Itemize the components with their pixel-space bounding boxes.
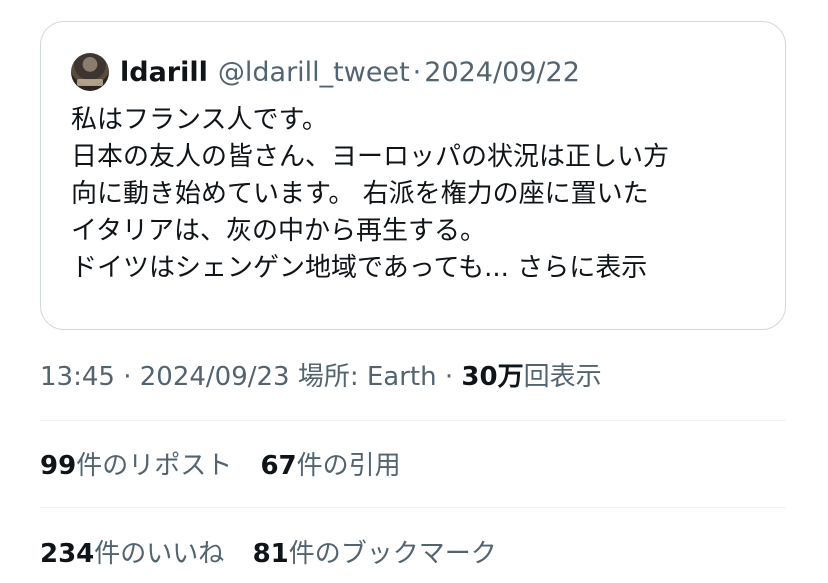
quoted-tweet-card[interactable]: ldarill @ldarill_tweet · 2024/09/22 私はフラ… xyxy=(40,21,786,330)
tweet-date[interactable]: 2024/09/23 xyxy=(140,362,290,392)
likes-count: 234 xyxy=(40,539,95,569)
tweet-time[interactable]: 13:45 xyxy=(40,362,115,392)
tweet-detail: ldarill @ldarill_tweet · 2024/09/22 私はフラ… xyxy=(0,0,828,583)
engagement-stats-row-1: 99件のリポスト 67件の引用 xyxy=(40,445,421,482)
quotes-stat[interactable]: 67件の引用 xyxy=(260,451,400,481)
likes-stat[interactable]: 234件のいいね xyxy=(40,539,224,569)
reposts-stat[interactable]: 99件のリポスト xyxy=(40,451,232,481)
views-count: 30万 xyxy=(461,362,524,392)
quotes-count: 67 xyxy=(260,451,297,481)
bookmarks-stat[interactable]: 81件のブックマーク xyxy=(253,539,497,569)
separator-dot: · xyxy=(123,362,132,392)
views-label: 回表示 xyxy=(523,362,602,392)
quoted-tweet-text: 私はフランス人です。 日本の友人の皆さん、ヨーロッパの状況は正しい方 向に動き始… xyxy=(71,102,755,287)
quoted-tweet-line: 日本の友人の皆さん、ヨーロッパの状況は正しい方 xyxy=(71,142,670,172)
divider xyxy=(40,420,786,421)
tweet-location: 場所: Earth xyxy=(297,362,437,392)
avatar[interactable] xyxy=(71,53,109,91)
show-more-link[interactable]: さらに表示 xyxy=(517,253,647,283)
reposts-label: 件のリポスト xyxy=(76,451,233,481)
author-name[interactable]: ldarill xyxy=(120,57,208,88)
reposts-count: 99 xyxy=(40,451,77,481)
tweet-meta: 13:45 · 2024/09/23 場所: Earth · 30万回表示 xyxy=(40,356,602,393)
quoted-tweet-line: 私はフランス人です。 xyxy=(71,105,328,135)
separator-dot: · xyxy=(412,56,422,88)
divider xyxy=(40,507,786,508)
quoted-tweet-line: 向に動き始めています。 右派を権力の座に置いた xyxy=(71,179,649,209)
bookmarks-count: 81 xyxy=(252,539,289,569)
bookmarks-label: 件のブックマーク xyxy=(288,539,497,569)
likes-label: 件のいいね xyxy=(94,539,225,569)
quoted-tweet-line: ドイツはシェンゲン地域であっても... xyxy=(71,253,509,283)
quoted-tweet-date[interactable]: 2024/09/22 xyxy=(424,57,580,88)
author-handle[interactable]: @ldarill_tweet xyxy=(218,57,410,88)
quoted-tweet-last-line: ドイツはシェンゲン地域であっても... さらに表示 xyxy=(71,250,755,287)
separator-dot: · xyxy=(444,362,454,392)
quotes-label: 件の引用 xyxy=(296,451,401,481)
engagement-stats-row-2: 234件のいいね 81件のブックマーク xyxy=(40,533,517,570)
quoted-tweet-line: イタリアは、灰の中から再生する。 xyxy=(71,216,486,246)
quoted-tweet-header: ldarill @ldarill_tweet · 2024/09/22 xyxy=(71,52,755,92)
